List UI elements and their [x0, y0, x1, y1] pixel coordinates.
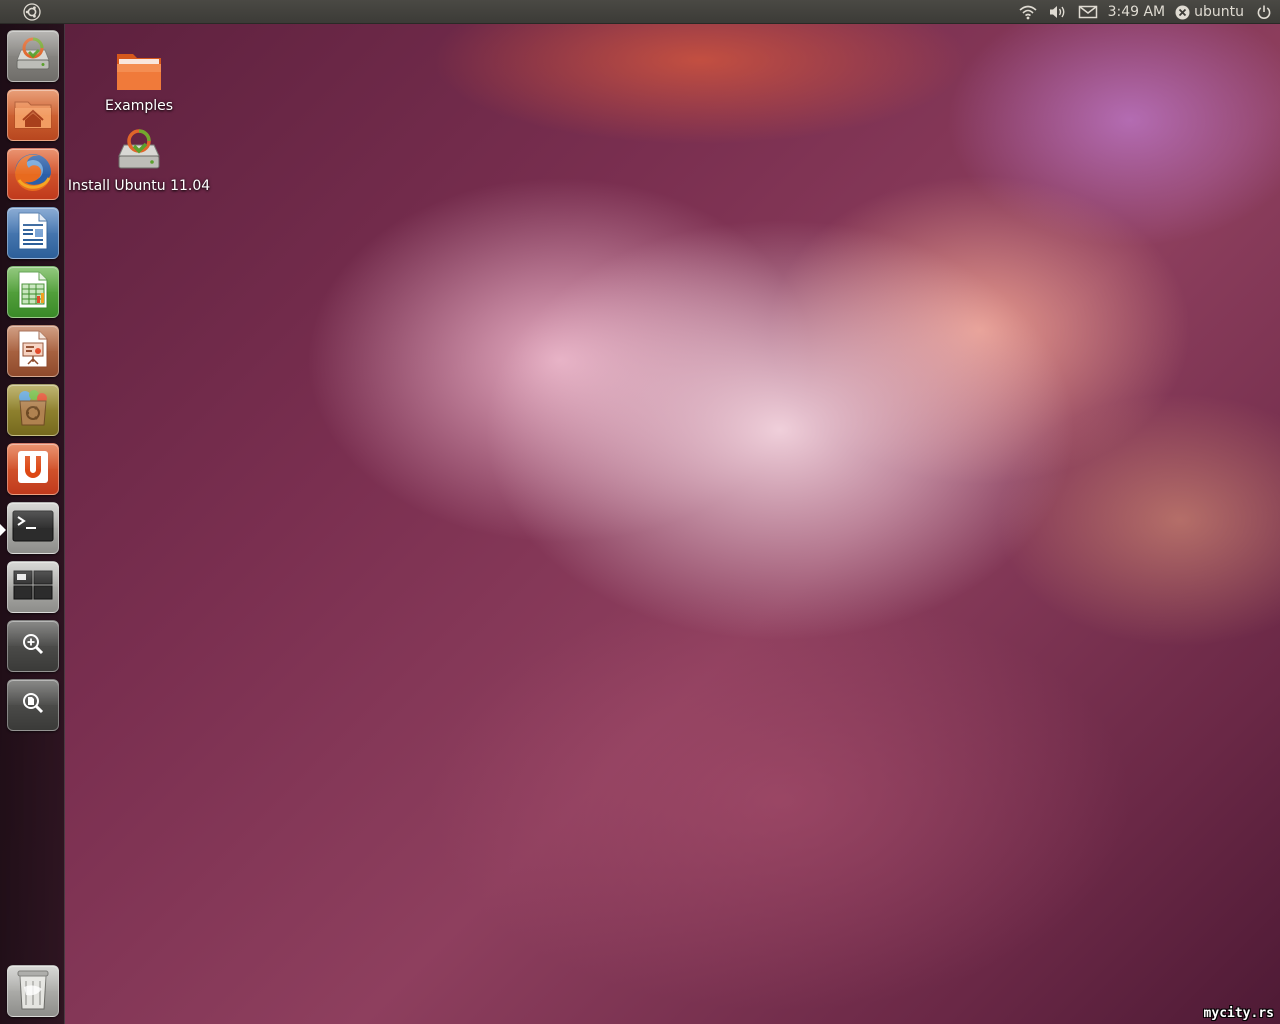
- power-icon[interactable]: [1246, 0, 1280, 24]
- desktop-icon-label: Install Ubuntu 11.04: [67, 178, 211, 194]
- clock[interactable]: 3:49 AM: [1103, 0, 1171, 24]
- indicator-area: 3:49 AM ubuntu: [1013, 0, 1280, 24]
- launcher-trash[interactable]: [7, 965, 59, 1017]
- magnifier-file-icon: [21, 691, 45, 719]
- wifi-icon[interactable]: [1013, 0, 1043, 24]
- ubuntu-one-icon: [15, 448, 51, 490]
- presentation-icon: [16, 329, 50, 373]
- desktop-icon-label: Examples: [104, 98, 174, 114]
- launcher-software-center[interactable]: [7, 384, 59, 436]
- clock-text: 3:49 AM: [1107, 4, 1166, 20]
- firefox-icon: [11, 150, 55, 198]
- launcher-libreoffice-calc[interactable]: [7, 266, 59, 318]
- launcher-home-folder[interactable]: [7, 89, 59, 141]
- trash-icon: [14, 967, 52, 1015]
- launcher-libreoffice-impress[interactable]: [7, 325, 59, 377]
- spreadsheet-icon: [16, 270, 50, 314]
- launcher-ubuntu-one[interactable]: [7, 443, 59, 495]
- user-menu[interactable]: ubuntu: [1170, 0, 1246, 24]
- magnifier-plus-icon: [21, 632, 45, 660]
- installer-icon: [12, 34, 54, 78]
- writer-document-icon: [16, 211, 50, 255]
- user-icon: [1175, 5, 1190, 20]
- launcher-workspace-switcher[interactable]: [7, 561, 59, 613]
- desktop-icon-examples[interactable]: Examples: [99, 50, 179, 114]
- launcher-install-ubuntu[interactable]: [7, 30, 59, 82]
- active-app-indicator: [0, 524, 6, 536]
- home-folder-icon: [13, 96, 53, 134]
- watermark: mycity.rs: [1203, 1006, 1274, 1021]
- launcher-libreoffice-writer[interactable]: [7, 207, 59, 259]
- folder-icon: [115, 50, 163, 96]
- desktop-screen: 3:49 AM ubuntu Examples Install Ubuntu 1…: [0, 0, 1280, 1024]
- workspaces-icon: [13, 570, 53, 604]
- launcher-applications-lens[interactable]: [7, 620, 59, 672]
- launcher-files-lens[interactable]: [7, 679, 59, 731]
- mail-icon[interactable]: [1073, 0, 1103, 24]
- launcher: [0, 24, 65, 1024]
- username-label: ubuntu: [1194, 4, 1244, 20]
- ubuntu-logo-icon[interactable]: [22, 2, 42, 22]
- launcher-terminal[interactable]: [7, 502, 59, 554]
- shopping-bag-icon: [12, 387, 54, 433]
- desktop-icon-install-ubuntu[interactable]: Install Ubuntu 11.04: [64, 126, 214, 194]
- top-panel: 3:49 AM ubuntu: [0, 0, 1280, 24]
- terminal-icon: [12, 510, 54, 546]
- launcher-firefox[interactable]: [7, 148, 59, 200]
- volume-icon[interactable]: [1043, 0, 1073, 24]
- installer-icon: [115, 126, 163, 176]
